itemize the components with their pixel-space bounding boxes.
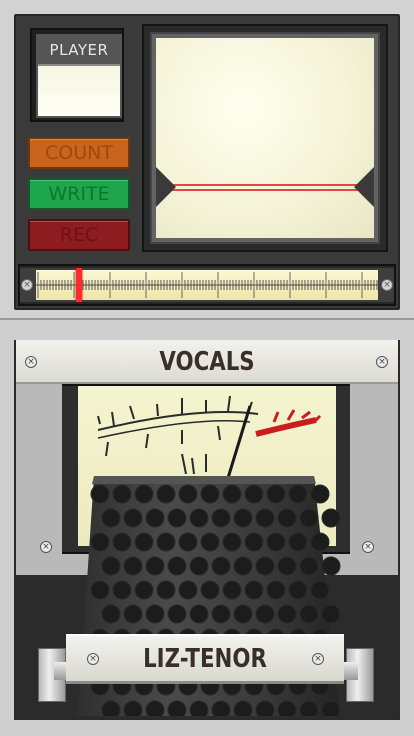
scope-right-marker-icon[interactable] [354,167,374,207]
track-right-screw-icon: × [381,279,393,291]
screw-icon: × [362,541,374,553]
waveform-trace-top [166,184,362,186]
rec-button[interactable]: REC [28,219,130,251]
waveform-trace-bottom [166,189,362,191]
scope-left-marker-icon[interactable] [156,167,176,207]
screw-icon: × [25,356,37,368]
timeline-ruler[interactable] [36,270,378,300]
count-button[interactable]: COUNT [28,137,130,169]
vu-meter-left-rail [62,386,78,552]
screw-icon: × [376,356,388,368]
write-button[interactable]: WRITE [28,178,130,210]
track-left-screw-icon: × [21,279,33,291]
timeline-ticks [36,272,378,298]
waveform-display[interactable] [156,38,374,238]
player-label: PLAYER [38,36,120,64]
screw-icon: × [312,653,324,665]
preset-label[interactable]: LIZ-TENOR [91,634,319,684]
channel-title: VOCALS [159,347,255,377]
screw-icon: × [40,541,52,553]
screw-icon: × [87,653,99,665]
timeline-playhead[interactable] [76,268,82,302]
player-screen[interactable] [38,66,120,116]
